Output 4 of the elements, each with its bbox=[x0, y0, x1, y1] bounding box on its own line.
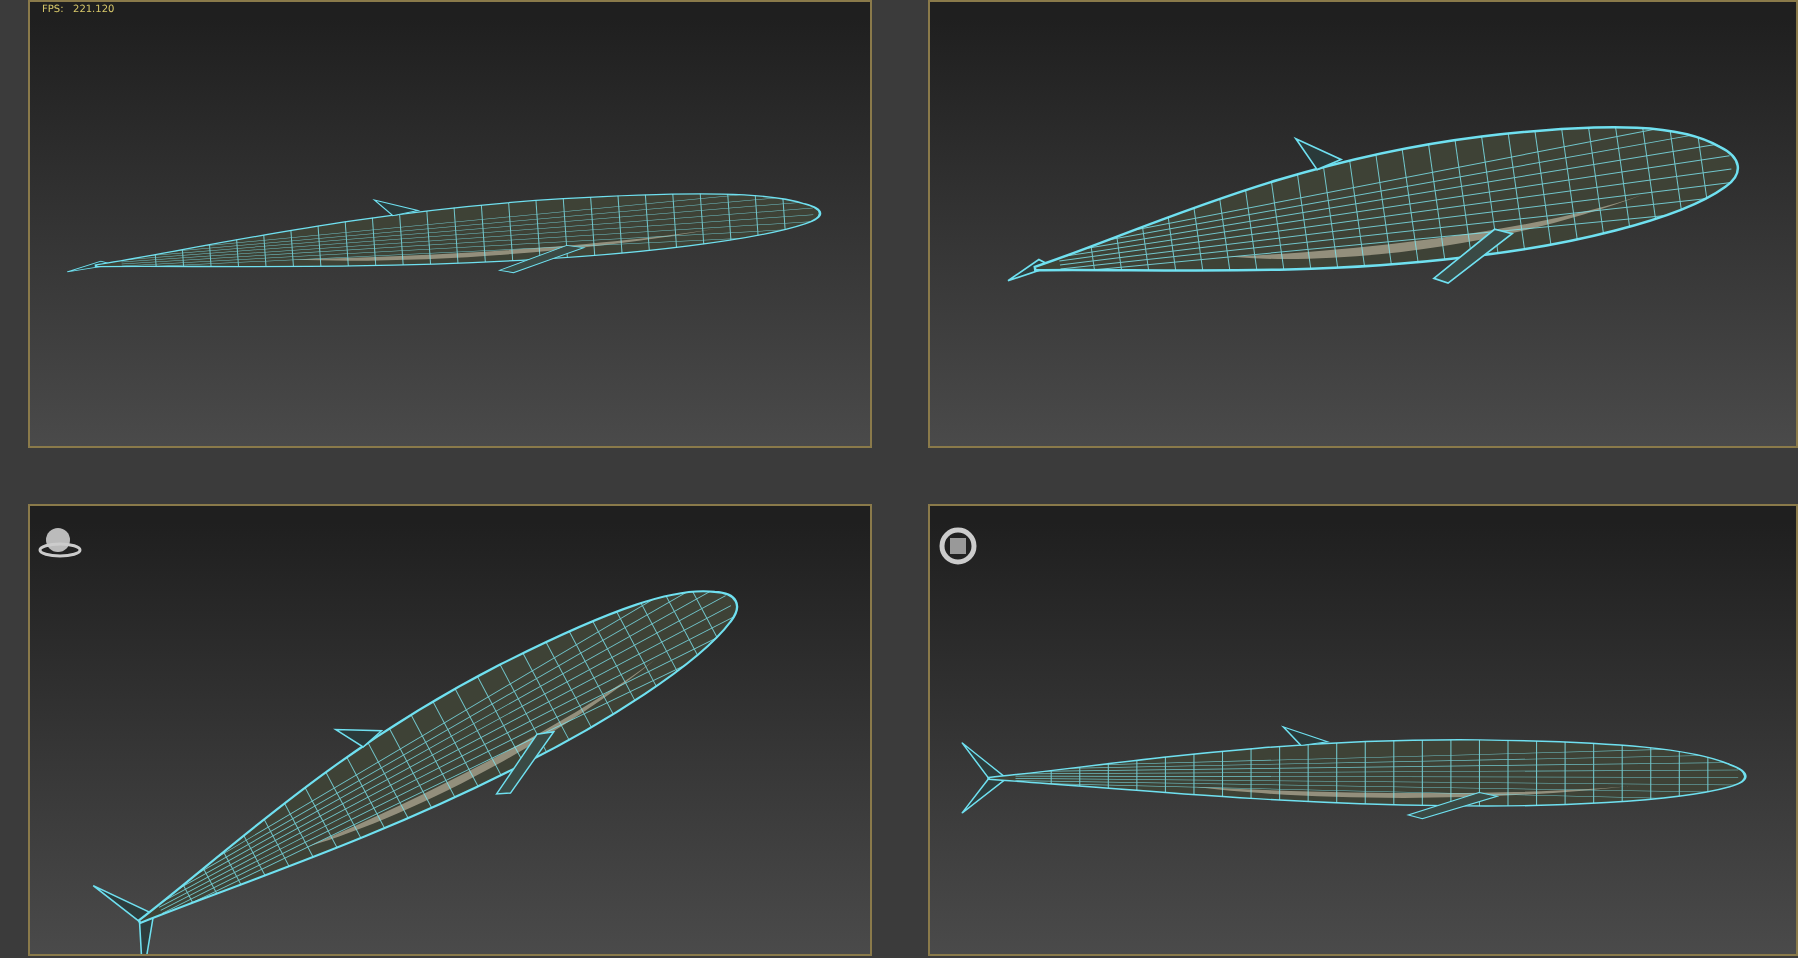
ring-gizmo-icon[interactable] bbox=[938, 526, 978, 566]
viewport-canvas[interactable] bbox=[30, 522, 870, 954]
sphere-gizmo-icon[interactable] bbox=[38, 526, 82, 558]
viewport-canvas[interactable] bbox=[930, 522, 1796, 954]
